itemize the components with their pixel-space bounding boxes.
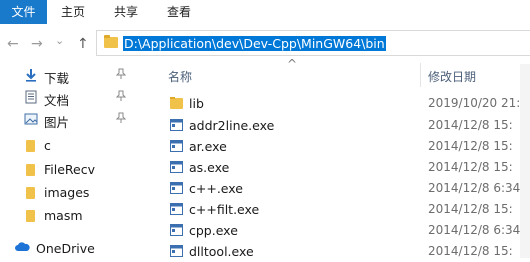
sidebar-item-label: c (44, 138, 51, 153)
sidebar-item-label: 下载 (44, 71, 70, 86)
tab-home[interactable]: 主页 (58, 0, 88, 24)
file-date: 2014/12/8 15: (428, 244, 513, 258)
folder-icon (104, 35, 118, 48)
sidebar-item-label: FileRecv (44, 162, 96, 177)
executable-icon (170, 203, 183, 215)
sidebar-item-pictures[interactable]: 图片 (0, 108, 150, 130)
up-arrow-icon[interactable]: ↑ (77, 37, 89, 51)
executable-icon (170, 161, 183, 173)
address-bar[interactable]: D:\Application\dev\Dev-Cpp\MinGW64\bin (96, 30, 530, 56)
sidebar-item-masm[interactable]: masm (0, 204, 150, 226)
list-item[interactable]: c++filt.exe 2014/12/8 15: (150, 199, 530, 220)
executable-icon (170, 245, 183, 257)
folder-icon (24, 208, 38, 222)
file-name: lib (189, 96, 204, 111)
column-header: ^ 名称 修改日期 (150, 57, 530, 91)
sidebar-item-label: masm (44, 208, 83, 223)
file-date: 2014/12/8 15: (428, 160, 513, 174)
file-date: 2014/12/8 6:34 (428, 181, 521, 195)
file-date: 2014/12/8 15: (428, 139, 513, 153)
download-icon (24, 68, 38, 82)
executable-icon (170, 182, 183, 194)
sidebar-item-filerecv[interactable]: FileRecv (0, 158, 150, 180)
recent-locations-chevron-icon[interactable]: ⌄ (55, 34, 64, 48)
sidebar-item-c[interactable]: c (0, 134, 150, 156)
pin-icon[interactable] (115, 90, 127, 105)
file-name: cpp.exe (189, 223, 238, 238)
file-date: 2014/12/8 6:34 (428, 223, 521, 237)
list-item[interactable]: dlltool.exe 2014/12/8 15: (150, 241, 530, 262)
list-item[interactable]: ar.exe 2014/12/8 15: (150, 136, 530, 157)
pin-icon[interactable] (115, 68, 127, 83)
file-date: 2014/12/8 15: (428, 202, 513, 216)
file-date: 2014/12/8 15: (428, 118, 513, 132)
column-name-header[interactable]: 名称 (168, 68, 192, 85)
file-name: c++.exe (189, 181, 243, 196)
executable-icon (170, 140, 183, 152)
cloud-icon (14, 241, 30, 255)
tab-file[interactable]: 文件 (0, 0, 47, 24)
file-name: c++filt.exe (189, 202, 260, 217)
folder-icon (24, 162, 38, 176)
sidebar-item-label: OneDrive (36, 241, 95, 256)
tab-view[interactable]: 查看 (164, 0, 194, 24)
column-date-header[interactable]: 修改日期 (428, 68, 476, 85)
executable-icon (170, 119, 183, 131)
folder-icon (24, 185, 38, 199)
navigation-pane: 下载 文档 图片 c FileRecv images masm OneDrive (0, 57, 151, 258)
sidebar-item-label: 文档 (44, 93, 70, 108)
forward-arrow-icon[interactable]: → (31, 37, 43, 51)
sidebar-item-label: 图片 (44, 115, 70, 130)
sidebar-item-onedrive[interactable]: OneDrive (0, 237, 150, 259)
sidebar-item-downloads[interactable]: 下载 (0, 64, 150, 86)
file-name: ar.exe (189, 139, 227, 154)
list-item[interactable]: as.exe 2014/12/8 15: (150, 157, 530, 178)
file-date: 2019/10/20 21: (428, 96, 521, 110)
list-item[interactable]: addr2line.exe 2014/12/8 15: (150, 115, 530, 136)
document-icon (24, 90, 38, 104)
pin-icon[interactable] (115, 112, 127, 127)
sidebar-item-images[interactable]: images (0, 181, 150, 203)
sidebar-item-documents[interactable]: 文档 (0, 86, 150, 108)
back-arrow-icon[interactable]: ← (7, 37, 19, 51)
address-path-input[interactable]: D:\Application\dev\Dev-Cpp\MinGW64\bin (123, 36, 386, 51)
picture-icon (24, 112, 38, 126)
vertical-scrollbar[interactable] (520, 64, 530, 258)
executable-icon (170, 224, 183, 236)
file-list: ^ 名称 修改日期 lib 2019/10/20 21: addr2line.e… (150, 57, 530, 259)
sidebar-item-label: images (44, 185, 90, 200)
sort-ascending-icon: ^ (287, 57, 298, 71)
list-item[interactable]: cpp.exe 2014/12/8 6:34 (150, 220, 530, 241)
folder-icon (170, 97, 183, 109)
list-item[interactable]: c++.exe 2014/12/8 6:34 (150, 178, 530, 199)
list-item[interactable]: lib 2019/10/20 21: (150, 93, 530, 114)
ribbon: 文件 主页 共享 查看 (0, 0, 530, 25)
file-name: as.exe (189, 160, 230, 175)
column-divider[interactable] (420, 63, 421, 87)
file-name: addr2line.exe (189, 118, 275, 133)
file-name: dlltool.exe (189, 244, 254, 259)
tab-share[interactable]: 共享 (111, 0, 141, 24)
folder-icon (24, 138, 38, 152)
